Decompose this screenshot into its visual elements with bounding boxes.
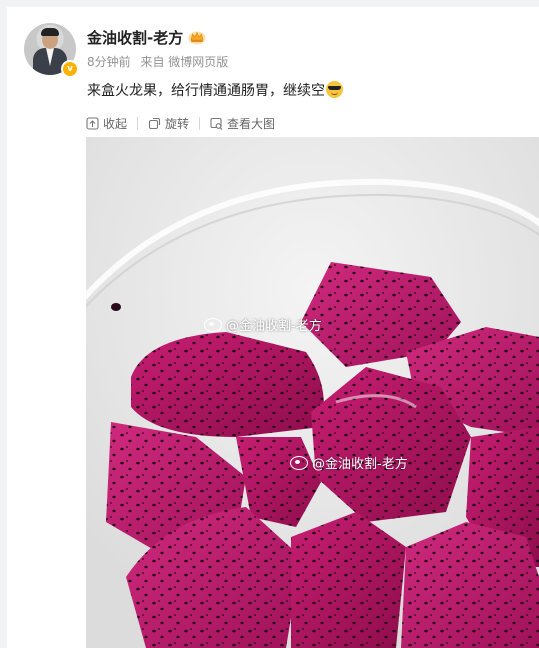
post-meta: 8分钟前 来自 微博网页版 <box>87 53 234 70</box>
view-large-button[interactable]: 查看大图 <box>210 115 275 132</box>
dragon-fruit-photo <box>86 137 539 648</box>
post-image[interactable]: @金油收割-老方 @金油收割-老方 <box>86 137 539 648</box>
post-time[interactable]: 8分钟前 <box>87 55 131 69</box>
watermark-text: @金油收割-老方 <box>312 457 408 472</box>
post-source[interactable]: 来自 微博网页版 <box>140 55 228 69</box>
watermark-text: @金油收割-老方 <box>226 319 322 334</box>
post-text-content: 来盒火龙果，给行情通通肠胃，继续空 <box>87 83 325 99</box>
collapse-button[interactable]: 收起 <box>86 115 127 132</box>
weibo-logo-icon <box>204 317 222 332</box>
rotate-icon <box>148 117 161 129</box>
sunglasses-emoji-icon <box>326 81 343 98</box>
weibo-post-card: v 金油收割-老方 8分钟前 来自 微博网页版 来盒火龙果，给行情通通肠胃，继续… <box>7 7 539 648</box>
view-large-label: 查看大图 <box>227 116 276 131</box>
post-text: 来盒火龙果，给行情通通肠胃，继续空 <box>87 80 343 100</box>
collapse-icon <box>86 116 99 130</box>
image-watermark: @金油收割-老方 <box>204 315 322 334</box>
rotate-button[interactable]: 旋转 <box>148 115 189 132</box>
crown-icon <box>188 31 206 45</box>
rotate-label: 旋转 <box>165 116 190 131</box>
toolbar-divider <box>137 116 139 130</box>
avatar[interactable]: v <box>24 23 79 78</box>
image-watermark: @金油收割-老方 <box>290 453 408 472</box>
view-large-icon <box>210 117 223 130</box>
verified-badge-icon: v <box>61 60 79 78</box>
weibo-logo-icon <box>290 455 308 470</box>
username[interactable]: 金油收割-老方 <box>87 27 183 48</box>
toolbar-divider <box>199 116 201 130</box>
collapse-label: 收起 <box>103 116 128 131</box>
image-toolbar: 收起 旋转 查看大图 <box>86 114 275 132</box>
